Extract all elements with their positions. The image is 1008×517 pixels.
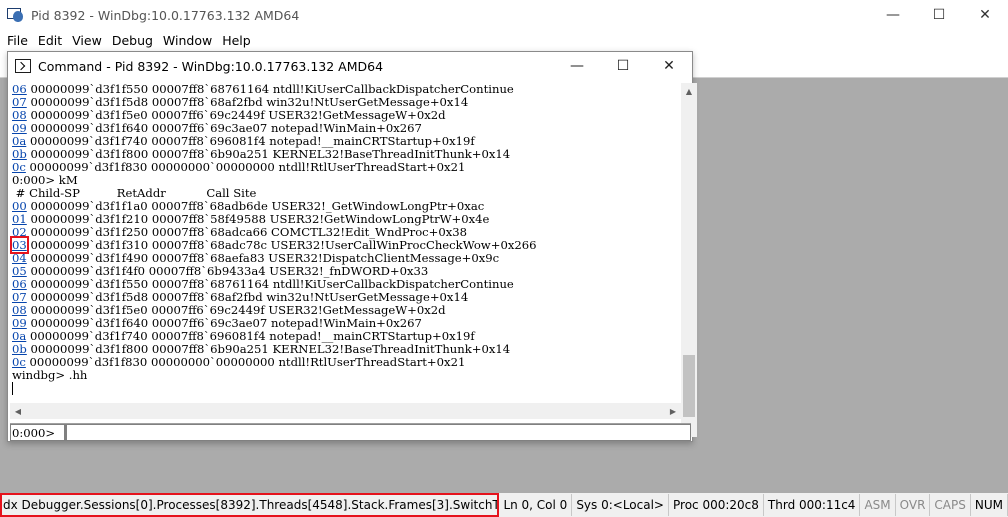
output-text: 00000099`d3f1f640 00007ff6`69c3ae07 note… bbox=[26, 316, 422, 330]
menu-debug[interactable]: Debug bbox=[107, 33, 158, 48]
output-text: 00000099`d3f1f4f0 00007ff8`6b9433a4 USER… bbox=[26, 264, 429, 278]
status-last-command: dx Debugger.Sessions[0].Processes[8392].… bbox=[0, 493, 500, 517]
status-num: NUM bbox=[971, 494, 1008, 516]
frame-link[interactable]: 04 bbox=[12, 251, 27, 265]
output-text: 00000099`d3f1f830 00000000`00000000 ntdl… bbox=[25, 160, 466, 174]
output-text: 00000099`d3f1f5d8 00007ff8`68af2fbd win3… bbox=[26, 95, 469, 109]
frame-link[interactable]: 0a bbox=[12, 329, 26, 343]
frame-link[interactable]: 0a bbox=[12, 134, 26, 148]
minimize-button[interactable]: — bbox=[870, 0, 916, 30]
output-text: 00000099`d3f1f5e0 00007ff6`69c2449f USER… bbox=[26, 108, 446, 122]
output-text: 00000099`d3f1f740 00007ff8`696081f4 note… bbox=[26, 329, 475, 343]
frame-link[interactable]: 0c bbox=[12, 355, 26, 369]
output-line: 0c 00000099`d3f1f830 00000000`00000000 n… bbox=[12, 161, 681, 174]
status-asm: ASM bbox=[860, 494, 896, 516]
frame-link[interactable]: 03 bbox=[10, 236, 29, 254]
frame-link[interactable]: 06 bbox=[12, 277, 27, 291]
scroll-right-arrow-icon[interactable]: ▶ bbox=[665, 403, 681, 419]
output-text: windbg> .hh bbox=[12, 368, 88, 382]
command-window-title: Command - Pid 8392 - WinDbg:10.0.17763.1… bbox=[38, 58, 384, 74]
output-text: 0:000> kM bbox=[12, 173, 78, 187]
menu-view[interactable]: View bbox=[67, 33, 107, 48]
vertical-scrollbar[interactable]: ▲ bbox=[681, 83, 697, 437]
output-text: 00000099`d3f1f5d8 00007ff8`68af2fbd win3… bbox=[26, 290, 469, 304]
frame-link[interactable]: 09 bbox=[12, 121, 27, 135]
output-text: 00000099`d3f1f310 00007ff8`68adc78c USER… bbox=[26, 238, 537, 252]
menu-help[interactable]: Help bbox=[217, 33, 256, 48]
frame-link[interactable]: 02 bbox=[12, 225, 27, 239]
frame-link[interactable]: 08 bbox=[12, 108, 27, 122]
horizontal-scrollbar[interactable]: ◀ ▶ bbox=[10, 403, 681, 419]
output-text: 00000099`d3f1f740 00007ff8`696081f4 note… bbox=[26, 134, 475, 148]
status-line-col: Ln 0, Col 0 bbox=[499, 494, 573, 516]
output-text: 00000099`d3f1f490 00007ff8`68aefa83 USER… bbox=[26, 251, 500, 265]
output-text: 00000099`d3f1f1a0 00007ff8`68adb6de USER… bbox=[26, 199, 485, 213]
command-output[interactable]: 06 00000099`d3f1f550 00007ff8`68761164 n… bbox=[10, 83, 681, 433]
frame-link[interactable]: 05 bbox=[12, 264, 27, 278]
output-text: 00000099`d3f1f640 00007ff6`69c3ae07 note… bbox=[26, 121, 422, 135]
command-minimize-button[interactable]: — bbox=[554, 52, 600, 80]
menu-bar: File Edit View Debug Window Help bbox=[0, 30, 1008, 50]
output-text: 00000099`d3f1f5e0 00007ff6`69c2449f USER… bbox=[26, 303, 446, 317]
command-maximize-button[interactable]: ☐ bbox=[600, 52, 646, 80]
output-line: 0c 00000099`d3f1f830 00000000`00000000 n… bbox=[12, 356, 681, 369]
output-text: # Child-SP RetAddr Call Site bbox=[12, 186, 257, 200]
close-button[interactable]: ✕ bbox=[962, 0, 1008, 30]
command-window-title-bar[interactable]: Command - Pid 8392 - WinDbg:10.0.17763.1… bbox=[8, 52, 692, 80]
text-caret bbox=[12, 382, 13, 395]
frame-link[interactable]: 0b bbox=[12, 147, 27, 161]
status-proc: Proc 000:20c8 bbox=[669, 494, 764, 516]
frame-link[interactable]: 0b bbox=[12, 342, 27, 356]
scroll-up-arrow-icon[interactable]: ▲ bbox=[681, 83, 697, 99]
command-input-row: 0:000> bbox=[10, 423, 691, 441]
status-ovr: OVR bbox=[896, 494, 931, 516]
command-window-controls: — ☐ ✕ bbox=[554, 52, 692, 80]
menu-window[interactable]: Window bbox=[158, 33, 217, 48]
status-bar: dx Debugger.Sessions[0].Processes[8392].… bbox=[0, 493, 1008, 517]
frame-link[interactable]: 01 bbox=[12, 212, 27, 226]
menu-edit[interactable]: Edit bbox=[33, 33, 67, 48]
command-window: Command - Pid 8392 - WinDbg:10.0.17763.1… bbox=[7, 51, 697, 442]
command-prompt-label: 0:000> bbox=[10, 424, 65, 441]
output-text: 00000099`d3f1f210 00007ff8`58f49588 USER… bbox=[26, 212, 490, 226]
frame-link[interactable]: 08 bbox=[12, 303, 27, 317]
frame-link[interactable]: 07 bbox=[12, 95, 27, 109]
frame-link[interactable]: 0c bbox=[12, 160, 26, 174]
menu-file[interactable]: File bbox=[2, 33, 33, 48]
output-text: 00000099`d3f1f830 00000000`00000000 ntdl… bbox=[25, 355, 466, 369]
output-line: windbg> .hh bbox=[12, 369, 681, 382]
scroll-left-arrow-icon[interactable]: ◀ bbox=[10, 403, 26, 419]
frame-link[interactable]: 00 bbox=[12, 199, 27, 213]
main-title-bar: Pid 8392 - WinDbg:10.0.17763.132 AMD64 —… bbox=[0, 0, 1008, 30]
frame-link[interactable]: 09 bbox=[12, 316, 27, 330]
output-text: 00000099`d3f1f250 00007ff8`68adca66 COMC… bbox=[26, 225, 468, 239]
window-title: Pid 8392 - WinDbg:10.0.17763.132 AMD64 bbox=[31, 7, 300, 23]
command-input[interactable] bbox=[65, 424, 691, 441]
status-thrd: Thrd 000:11c4 bbox=[764, 494, 861, 516]
frame-link[interactable]: 07 bbox=[12, 290, 27, 304]
vertical-scroll-thumb[interactable] bbox=[683, 355, 695, 417]
output-text: 00000099`d3f1f800 00007ff8`6b90a251 KERN… bbox=[26, 147, 511, 161]
output-text: 00000099`d3f1f550 00007ff8`68761164 ntdl… bbox=[26, 277, 514, 291]
status-caps: CAPS bbox=[930, 494, 971, 516]
command-prompt-icon bbox=[15, 59, 31, 73]
output-text: 00000099`d3f1f800 00007ff8`6b90a251 KERN… bbox=[26, 342, 511, 356]
maximize-button[interactable]: ☐ bbox=[916, 0, 962, 30]
windbg-app-icon bbox=[7, 7, 23, 23]
window-controls: — ☐ ✕ bbox=[870, 0, 1008, 30]
command-close-button[interactable]: ✕ bbox=[646, 52, 692, 80]
status-sys: Sys 0:<Local> bbox=[572, 494, 669, 516]
